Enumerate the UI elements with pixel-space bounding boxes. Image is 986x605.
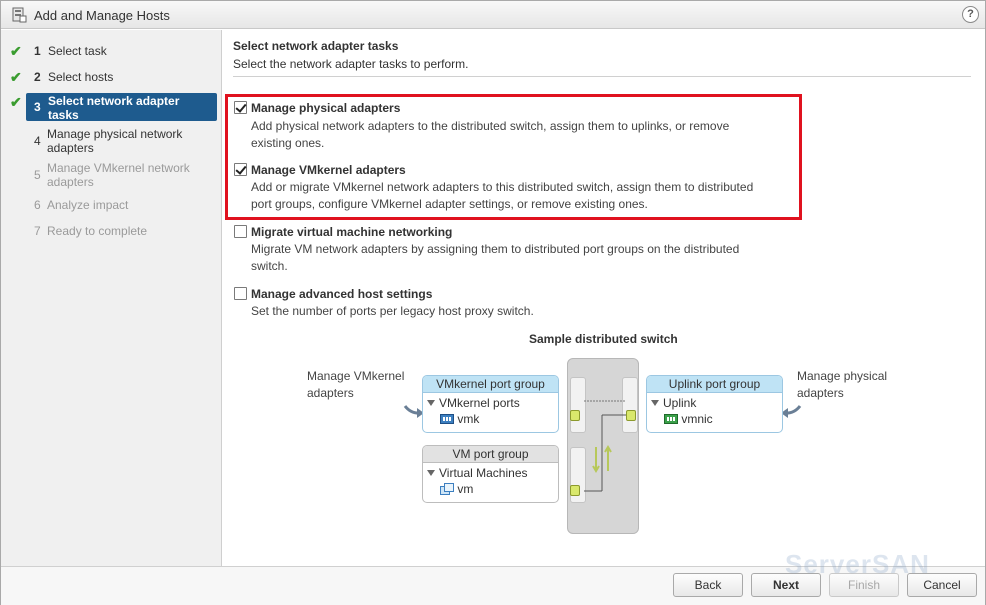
step-label: Select hosts (48, 70, 114, 84)
switch-port (570, 410, 580, 421)
manage-advanced-host-settings-checkbox[interactable] (234, 287, 247, 300)
manage-vmkernel-adapters-checkbox[interactable] (234, 163, 247, 176)
switch-port (626, 410, 636, 421)
option-label: Manage VMkernel adapters (251, 163, 406, 177)
switch-wiring (584, 400, 626, 492)
step-number: 6 (34, 198, 41, 212)
hosts-icon (12, 7, 27, 23)
step-number: 5 (34, 168, 41, 182)
step-number: 4 (34, 134, 41, 148)
help-button[interactable]: ? (962, 6, 979, 23)
wizard-window: Add and Manage Hosts ? ✔ 1 Select task ✔… (0, 0, 986, 605)
diagram-right-label: Manage physical adapters (797, 369, 888, 400)
tree-item: Virtual Machines (427, 466, 528, 480)
expand-icon (651, 400, 659, 406)
option-label: Migrate virtual machine networking (251, 225, 453, 239)
option-description: Add or migrate VMkernel network adapters… (251, 180, 754, 211)
nic-icon (440, 414, 454, 424)
tree-leaf: vmk (440, 412, 479, 426)
port-group-header: Uplink port group (647, 376, 782, 393)
migrate-vm-networking-checkbox[interactable] (234, 225, 247, 238)
divider (233, 76, 971, 77)
port-group-header: VMkernel port group (423, 376, 558, 393)
expand-icon (427, 400, 435, 406)
vm-icon (440, 483, 454, 495)
wizard-steps: ✔ 1 Select task ✔ 2 Select hosts ✔ 3 Sel… (1, 30, 222, 566)
window-title: Add and Manage Hosts (34, 8, 170, 23)
option-label: Manage advanced host settings (251, 287, 433, 301)
distributed-switch (567, 358, 639, 534)
step-label: Manage physical network adapters (47, 127, 183, 155)
step-number: 1 (34, 44, 41, 58)
option-description: Add physical network adapters to the dis… (251, 119, 730, 150)
page-subtitle: Select the network adapter tasks to perf… (233, 57, 469, 71)
tree-item: Uplink (651, 396, 696, 410)
step-number: 3 (34, 100, 41, 114)
tree-leaf: vmnic (664, 412, 713, 426)
nic-icon (664, 414, 678, 424)
step-number: 7 (34, 224, 41, 238)
main-panel: Select network adapter tasks Select the … (223, 30, 985, 566)
page-title: Select network adapter tasks (233, 39, 399, 53)
tree-leaf: vm (440, 482, 473, 496)
vm-port-group: VM port group Virtual Machines vm (422, 445, 559, 503)
option-label: Manage physical adapters (251, 101, 401, 115)
diagram-title: Sample distributed switch (529, 332, 678, 346)
watermark: ServerSAN (785, 549, 930, 579)
step-label: Select network adapter tasks (48, 94, 180, 122)
step-label: Select task (48, 44, 107, 58)
port-group-header: VM port group (423, 446, 558, 463)
back-button[interactable]: Back (673, 573, 743, 597)
step-label: Ready to complete (47, 224, 148, 238)
switch-port (570, 485, 580, 496)
diagram-left-label: Manage VMkernel adapters (307, 369, 405, 400)
option-description: Set the number of ports per legacy host … (251, 304, 534, 318)
check-icon: ✔ (10, 94, 22, 110)
check-icon: ✔ (10, 43, 22, 59)
check-icon: ✔ (10, 69, 22, 85)
tree-item: VMkernel ports (427, 396, 520, 410)
step-label: Analyze impact (47, 198, 129, 212)
expand-icon (427, 470, 435, 476)
title-bar: Add and Manage Hosts ? (1, 1, 985, 29)
step-label: Manage VMkernel network adapters (47, 161, 190, 189)
vmkernel-port-group: VMkernel port group VMkernel ports vmk (422, 375, 559, 433)
manage-physical-adapters-checkbox[interactable] (234, 101, 247, 114)
option-description: Migrate VM network adapters by assigning… (251, 242, 740, 273)
step-number: 2 (34, 70, 41, 84)
uplink-port-group: Uplink port group Uplink vmnic (646, 375, 783, 433)
